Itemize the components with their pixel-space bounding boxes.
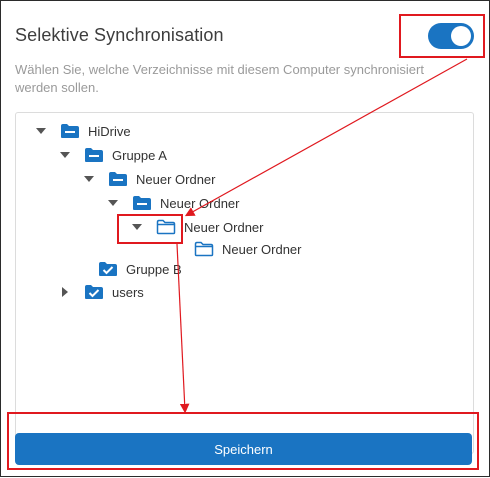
expand-caret-icon[interactable] [108, 200, 118, 206]
tree-row-neuer-ordner-1[interactable]: Neuer Ordner [84, 169, 215, 189]
folder-partial-icon[interactable] [108, 171, 128, 187]
folder-checked-icon[interactable] [98, 261, 118, 277]
tree-row-neuer-ordner-3[interactable]: Neuer Ordner [132, 217, 263, 237]
folder-unchecked-icon[interactable] [156, 219, 176, 235]
tree-row-neuer-ordner-2[interactable]: Neuer Ordner [108, 193, 239, 213]
expand-caret-icon[interactable] [60, 152, 70, 158]
tree-item-label: Gruppe B [126, 261, 182, 277]
expand-caret-icon[interactable] [36, 128, 46, 134]
tree-item-label: Gruppe A [112, 147, 167, 163]
description-text: Wählen Sie, welche Verzeichnisse mit die… [15, 62, 424, 95]
tree-row-gruppe-a[interactable]: Gruppe A [60, 145, 167, 165]
tree-item-label: users [112, 284, 144, 300]
tree-item-label: HiDrive [88, 123, 131, 139]
folder-partial-icon[interactable] [132, 195, 152, 211]
tree-row-neuer-ordner-4[interactable]: Neuer Ordner [156, 239, 301, 259]
toggle-knob [451, 26, 471, 46]
tree-row-gruppe-b[interactable]: Gruppe B [60, 259, 182, 279]
tree-item-label: Neuer Ordner [222, 241, 302, 257]
save-button[interactable]: Speichern [15, 433, 472, 465]
tree-row-hidrive[interactable]: HiDrive [36, 121, 131, 141]
folder-checked-icon[interactable] [84, 284, 104, 300]
expand-caret-icon[interactable] [84, 176, 94, 182]
tree-item-label: Neuer Ordner [160, 195, 240, 211]
selective-sync-toggle[interactable] [428, 23, 474, 49]
folder-unchecked-icon[interactable] [194, 241, 214, 257]
tree-row-users[interactable]: users [60, 282, 144, 302]
collapsed-caret-icon[interactable] [62, 287, 68, 297]
folder-partial-icon[interactable] [84, 147, 104, 163]
tree-item-label: Neuer Ordner [184, 219, 264, 235]
folder-partial-icon[interactable] [60, 123, 80, 139]
page-title: Selektive Synchronisation [15, 25, 224, 45]
expand-caret-icon[interactable] [132, 224, 142, 230]
tree-item-label: Neuer Ordner [136, 171, 216, 187]
sync-settings-dialog: Selektive Synchronisation Wählen Sie, we… [0, 0, 490, 477]
